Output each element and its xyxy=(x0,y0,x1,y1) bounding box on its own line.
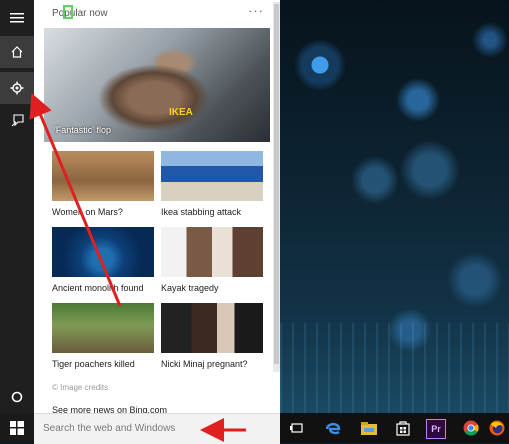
cortana-button[interactable] xyxy=(0,381,34,413)
home-icon xyxy=(11,46,23,58)
cortana-ring-icon xyxy=(11,391,23,403)
news-panel: Popular now ··· 'Fantastic' flop Women o… xyxy=(34,0,280,413)
edge-icon xyxy=(325,422,341,435)
news-caption: Ancient monolith found xyxy=(52,283,144,293)
home-button[interactable] xyxy=(0,36,34,68)
news-thumbnail xyxy=(52,151,154,201)
news-thumbnail xyxy=(161,227,263,277)
section-title: Popular now xyxy=(52,8,108,19)
news-tile[interactable]: Nicki Minaj pregnant? xyxy=(161,303,263,369)
more-news-link[interactable]: See more news on Bing.com xyxy=(52,405,167,413)
news-tile[interactable]: Ikea stabbing attack xyxy=(161,107,263,217)
news-caption: Ikea stabbing attack xyxy=(161,207,242,217)
news-caption: Kayak tragedy xyxy=(161,283,219,293)
start-button[interactable] xyxy=(0,413,34,443)
task-view-button[interactable] xyxy=(288,419,306,437)
cortana-rail xyxy=(0,0,34,413)
firefox-button[interactable] xyxy=(488,419,506,437)
task-view-icon xyxy=(290,423,303,433)
news-thumbnail xyxy=(52,227,154,277)
scrollbar-thumb[interactable] xyxy=(274,4,279,364)
edge-button[interactable] xyxy=(324,419,342,437)
search-box[interactable]: Search the web and Windows xyxy=(34,413,280,444)
hamburger-icon xyxy=(10,13,24,23)
news-caption: Women on Mars? xyxy=(52,207,123,217)
news-tile[interactable]: Women on Mars? xyxy=(52,151,154,217)
news-tile[interactable]: Tiger poachers killed xyxy=(52,303,154,369)
more-options-button[interactable]: ··· xyxy=(248,3,264,18)
news-thumbnail xyxy=(161,303,263,353)
search-input[interactable]: Search the web and Windows xyxy=(43,423,175,434)
news-tile[interactable]: Kayak tragedy xyxy=(161,227,263,293)
feedback-icon xyxy=(11,113,24,126)
news-thumbnail xyxy=(52,303,154,353)
desktop-wallpaper xyxy=(280,0,509,413)
store-button[interactable] xyxy=(394,419,412,437)
chrome-icon xyxy=(463,420,479,436)
hero-news-card[interactable]: 'Fantastic' flop xyxy=(44,28,270,142)
feedback-button[interactable] xyxy=(0,104,34,136)
hero-caption: 'Fantastic' flop xyxy=(54,125,111,135)
store-icon xyxy=(396,421,410,436)
premiere-icon: Pr xyxy=(431,424,441,434)
news-caption: Tiger poachers killed xyxy=(52,359,135,369)
hamburger-menu-button[interactable] xyxy=(0,2,34,34)
file-explorer-icon xyxy=(361,422,377,435)
notebook-settings-button[interactable] xyxy=(0,72,34,104)
firefox-icon xyxy=(489,420,505,436)
chrome-button[interactable] xyxy=(462,419,480,437)
taskbar: Pr xyxy=(280,413,509,443)
news-caption: Nicki Minaj pregnant? xyxy=(161,359,248,369)
windows-logo-icon xyxy=(10,421,24,435)
scrollbar[interactable] xyxy=(273,2,280,372)
news-thumbnail xyxy=(161,107,263,201)
premiere-button[interactable]: Pr xyxy=(426,419,446,439)
file-explorer-button[interactable] xyxy=(360,419,378,437)
notebook-settings-icon xyxy=(10,81,24,95)
news-tile[interactable]: Ancient monolith found xyxy=(52,227,154,293)
image-credits-link[interactable]: © Image credits xyxy=(52,383,108,392)
